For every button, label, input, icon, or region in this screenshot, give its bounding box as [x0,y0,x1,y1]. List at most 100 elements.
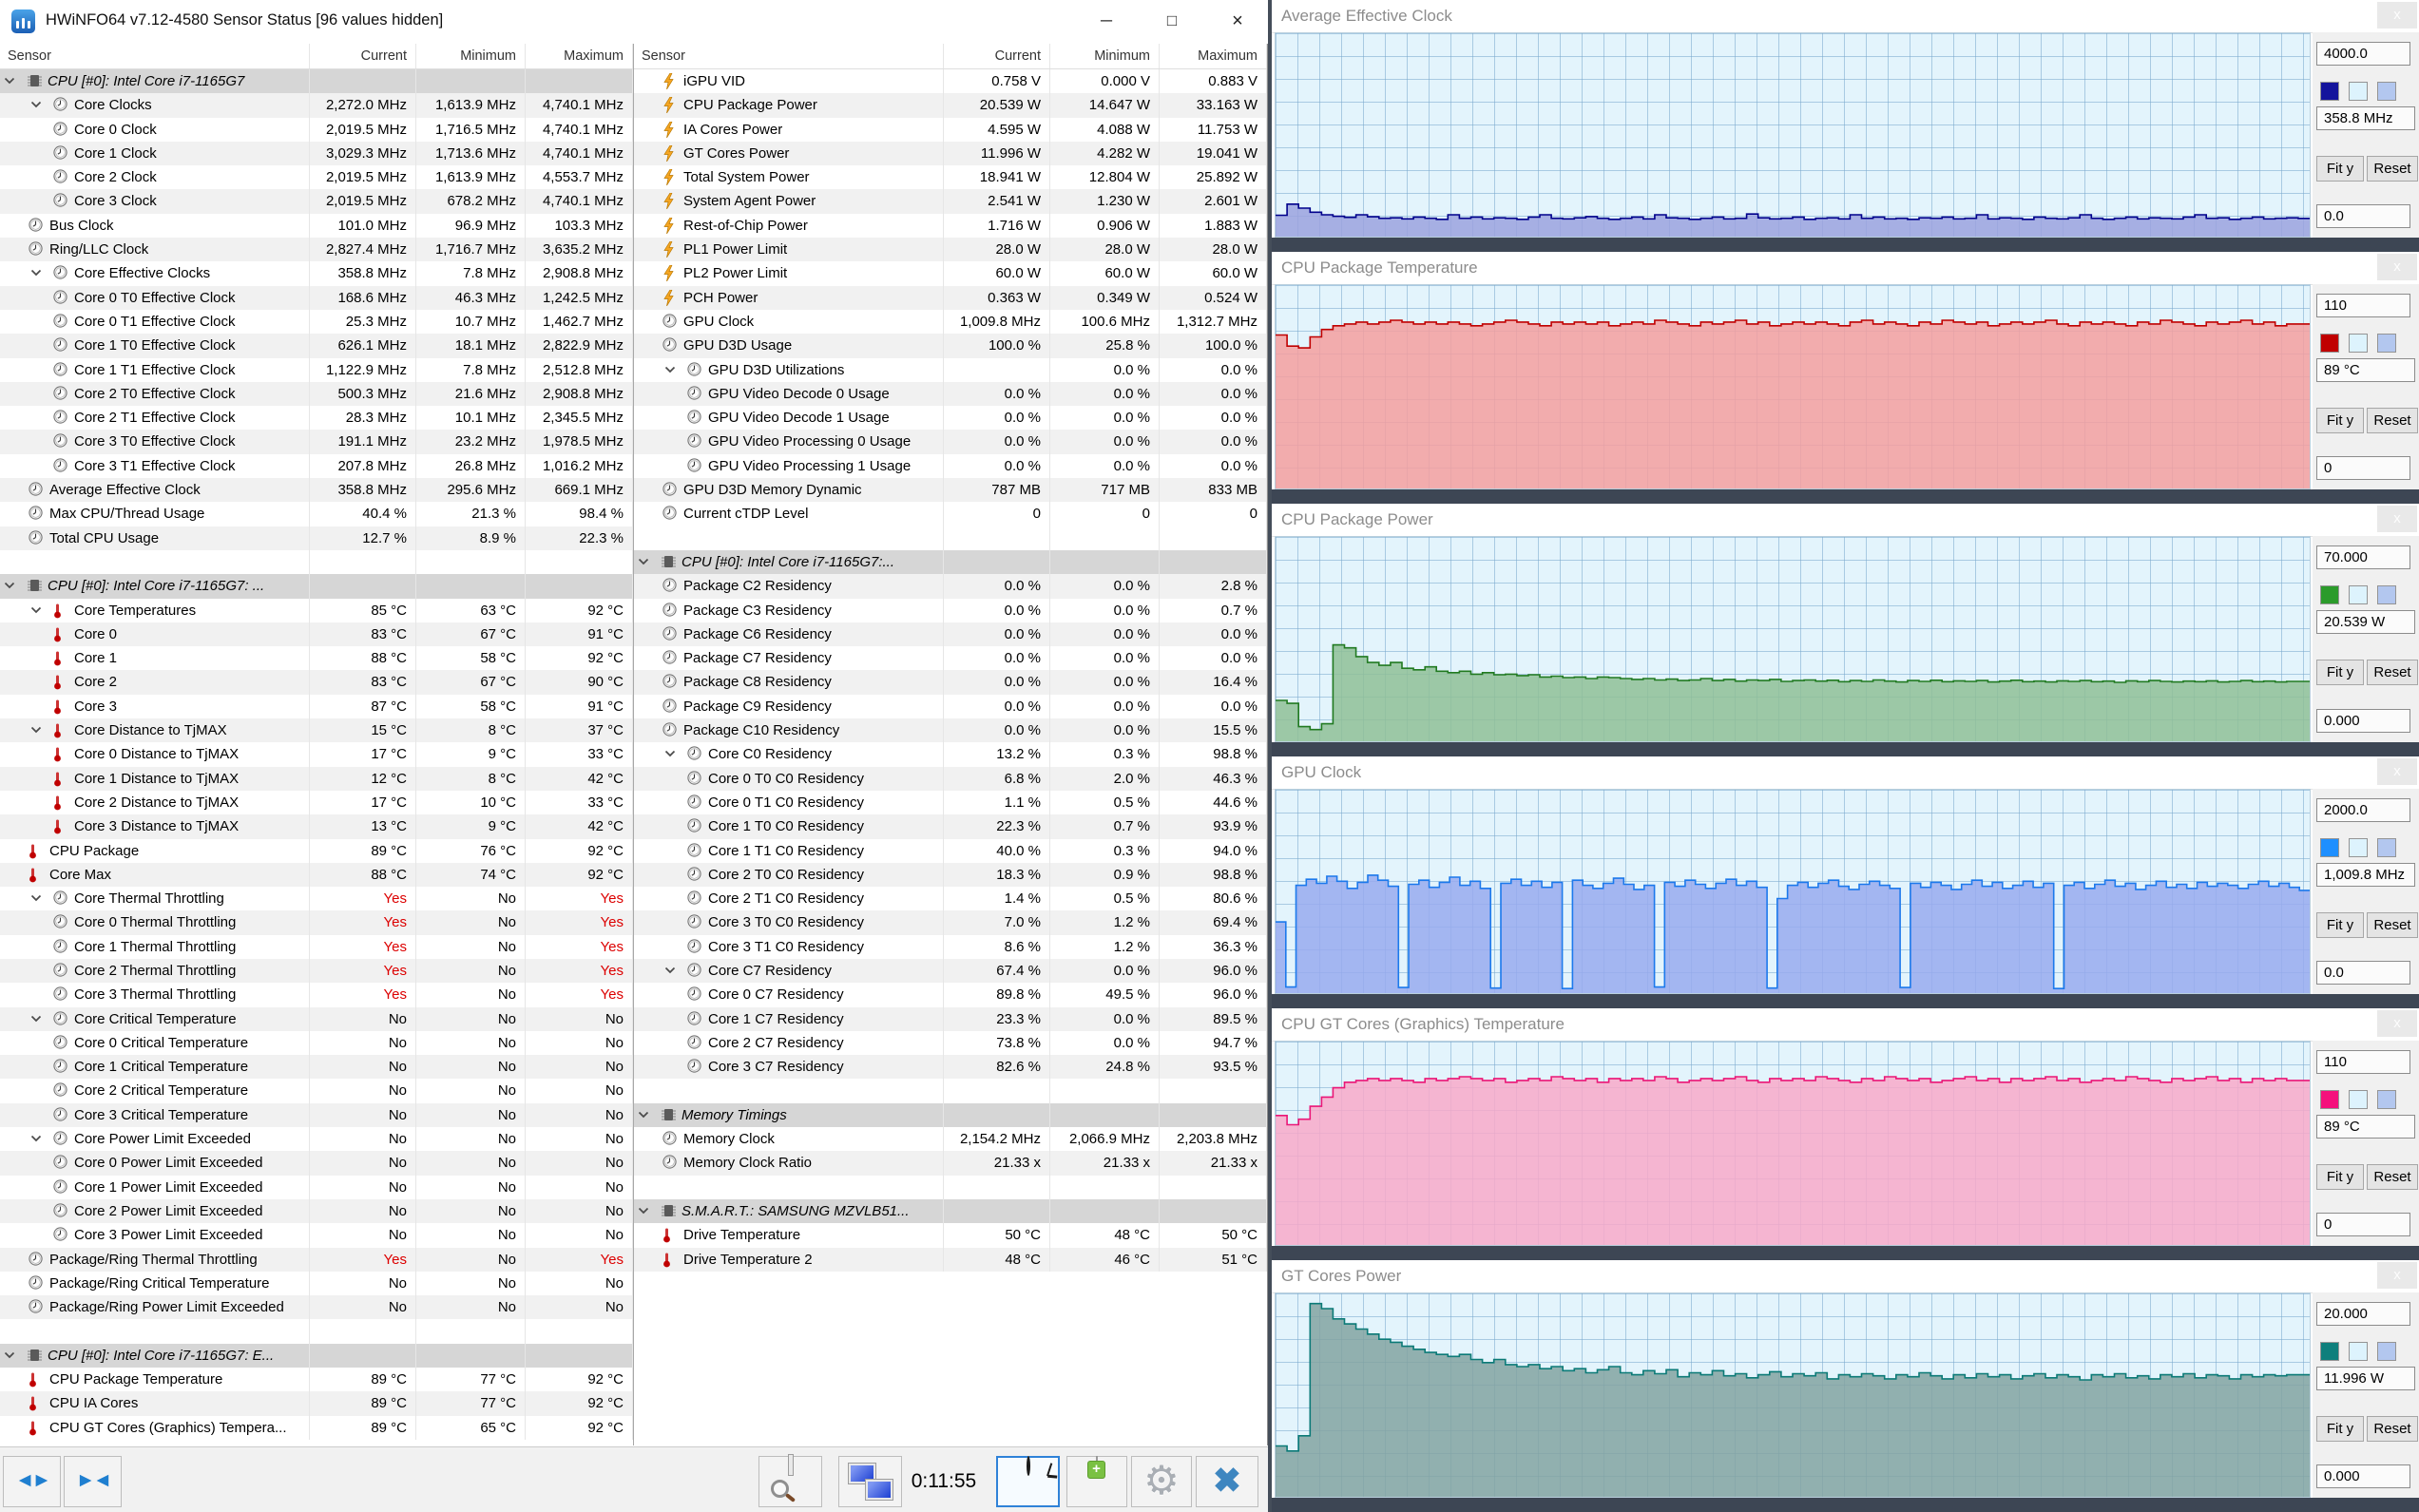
sensor-row[interactable]: IA Cores Power4.595 W4.088 W11.753 W [634,118,1267,142]
sensor-row[interactable]: Package/Ring Power Limit ExceededNoNoNo [0,1295,633,1319]
sensor-section-row[interactable]: CPU [#0]: Intel Core i7-1165G7: E... [0,1344,633,1368]
sensor-row[interactable]: Core 0 Clock2,019.5 MHz1,716.5 MHz4,740.… [0,118,633,142]
fit-y-button[interactable]: Fit y [2316,660,2364,685]
graph-background-color-swatch[interactable] [2349,1090,2368,1109]
sensor-row[interactable]: GPU Video Processing 1 Usage0.0 %0.0 %0.… [634,454,1267,478]
sensor-row[interactable]: CPU Package89 °C76 °C92 °C [0,839,633,863]
titlebar[interactable]: HWiNFO64 v7.12-4580 Sensor Status [96 va… [0,0,1268,43]
sensor-row[interactable]: Core 2 T1 Effective Clock28.3 MHz10.1 MH… [0,406,633,430]
sensor-row[interactable]: Core 2 T0 C0 Residency18.3 %0.9 %98.8 % [634,863,1267,887]
sensor-row[interactable]: GPU Clock1,009.8 MHz100.6 MHz1,312.7 MHz [634,310,1267,334]
sensor-row[interactable]: Core 188 °C58 °C92 °C [0,646,633,670]
sensor-row[interactable]: Core 3 Distance to TjMAX13 °C9 °C42 °C [0,814,633,838]
sensor-row[interactable]: Core 3 T1 Effective Clock207.8 MHz26.8 M… [0,454,633,478]
graph-ymax-value[interactable]: 110 [2316,1050,2410,1074]
sensor-row[interactable]: Core 2 T0 Effective Clock500.3 MHz21.6 M… [0,382,633,406]
graph-line-color-swatch[interactable] [2320,585,2339,604]
sensor-row[interactable]: Package/Ring Critical TemperatureNoNoNo [0,1272,633,1295]
sensor-row[interactable]: Core 2 Critical TemperatureNoNoNo [0,1079,633,1102]
sensor-row[interactable]: Core 3 T0 C0 Residency7.0 %1.2 %69.4 % [634,910,1267,934]
sensor-row[interactable]: Core Power Limit ExceededNoNoNo [0,1127,633,1151]
graph-close-button[interactable]: x [2377,506,2417,532]
sensor-row[interactable]: Core 2 Thermal ThrottlingYesNoYes [0,959,633,983]
close-window-button[interactable]: × [1218,6,1257,36]
graph-close-button[interactable]: x [2377,758,2417,785]
sensor-row[interactable]: Current cTDP Level000 [634,502,1267,526]
sensor-row[interactable]: CPU Package Power20.539 W14.647 W33.163 … [634,93,1267,117]
sensor-row[interactable]: Core 0 C7 Residency89.8 %49.5 %96.0 % [634,983,1267,1006]
sensor-row[interactable]: GPU Video Processing 0 Usage0.0 %0.0 %0.… [634,430,1267,453]
collapse-columns-button[interactable]: ►◄ [64,1456,122,1507]
sensor-row[interactable]: Core Clocks2,272.0 MHz1,613.9 MHz4,740.1… [0,93,633,117]
sensor-row[interactable]: Core 1 Distance to TjMAX12 °C8 °C42 °C [0,767,633,791]
sensor-row[interactable]: Core 0 Power Limit ExceededNoNoNo [0,1151,633,1175]
sensor-section-row[interactable]: CPU [#0]: Intel Core i7-1165G7 [0,69,633,93]
sensor-row[interactable]: Core C0 Residency13.2 %0.3 %98.8 % [634,742,1267,766]
column-header-current[interactable]: Current [944,44,1050,68]
sensor-row[interactable]: Ring/LLC Clock2,827.4 MHz1,716.7 MHz3,63… [0,238,633,261]
sensor-row[interactable]: Core Thermal ThrottlingYesNoYes [0,887,633,910]
sensor-row[interactable]: Core 2 C7 Residency73.8 %0.0 %94.7 % [634,1031,1267,1055]
sensor-row[interactable]: Core 0 Critical TemperatureNoNoNo [0,1031,633,1055]
sensor-row[interactable]: Core 1 C7 Residency23.3 %0.0 %89.5 % [634,1007,1267,1031]
graph-close-button[interactable]: x [2377,1262,2417,1289]
graph-close-button[interactable]: x [2377,254,2417,280]
sensor-row[interactable]: Package C8 Residency0.0 %0.0 %16.4 % [634,670,1267,694]
graph-line-color-swatch[interactable] [2320,334,2339,353]
sensor-row[interactable]: GPU Video Decode 1 Usage0.0 %0.0 %0.0 % [634,406,1267,430]
graph-ymin-value[interactable]: 0.000 [2316,709,2410,733]
clock-button[interactable] [996,1456,1060,1507]
fit-y-button[interactable]: Fit y [2316,156,2364,182]
sensor-row[interactable]: Core 2 Distance to TjMAX17 °C10 °C33 °C [0,791,633,814]
sensor-row[interactable]: Core 1 Critical TemperatureNoNoNo [0,1055,633,1079]
sensor-row[interactable]: Average Effective Clock358.8 MHz295.6 MH… [0,478,633,502]
graph-grid-color-swatch[interactable] [2377,585,2396,604]
sensor-row[interactable]: Core Distance to TjMAX15 °C8 °C37 °C [0,718,633,742]
sensor-section-row[interactable]: CPU [#0]: Intel Core i7-1165G7: ... [0,574,633,598]
sensor-row[interactable]: Core Effective Clocks358.8 MHz7.8 MHz2,9… [0,261,633,285]
reset-button[interactable]: Reset [2367,156,2418,182]
sensor-section-row[interactable]: Memory Timings [634,1103,1267,1127]
fit-y-button[interactable]: Fit y [2316,912,2364,938]
sensor-row[interactable]: Drive Temperature50 °C48 °C50 °C [634,1223,1267,1247]
sensor-row[interactable]: PL1 Power Limit28.0 W28.0 W28.0 W [634,238,1267,261]
graph-ymin-value[interactable]: 0.0 [2316,204,2410,228]
reset-button[interactable]: Reset [2367,1416,2418,1442]
graph-grid-color-swatch[interactable] [2377,838,2396,857]
sensor-row[interactable]: Total CPU Usage12.7 %8.9 %22.3 % [0,526,633,550]
sensor-row[interactable]: Core 3 T1 C0 Residency8.6 %1.2 %36.3 % [634,935,1267,959]
sensor-row[interactable]: Core 0 Distance to TjMAX17 °C9 °C33 °C [0,742,633,766]
remote-monitoring-button[interactable] [838,1456,902,1507]
graph-background-color-swatch[interactable] [2349,82,2368,101]
sensor-row[interactable]: Core 2 Clock2,019.5 MHz1,613.9 MHz4,553.… [0,165,633,189]
graph-titlebar[interactable]: CPU Package Powerx [1272,504,2419,537]
graph-close-button[interactable]: x [2377,1010,2417,1037]
sensor-row[interactable]: GPU D3D Utilizations0.0 %0.0 % [634,358,1267,382]
graph-ymax-value[interactable]: 70.000 [2316,545,2410,569]
minimize-button[interactable]: ─ [1086,6,1126,36]
graph-titlebar[interactable]: CPU GT Cores (Graphics) Temperaturex [1272,1008,2419,1042]
sensor-row[interactable]: Core 0 Thermal ThrottlingYesNoYes [0,910,633,934]
graph-line-color-swatch[interactable] [2320,838,2339,857]
sensor-section-row[interactable]: CPU [#0]: Intel Core i7-1165G7:... [634,550,1267,574]
sensor-row[interactable]: CPU Package Temperature89 °C77 °C92 °C [0,1368,633,1391]
close-sensors-button[interactable]: ✖ [1196,1456,1258,1507]
graph-titlebar[interactable]: Average Effective Clockx [1272,0,2419,33]
sensor-row[interactable]: Core 1 T1 C0 Residency40.0 %0.3 %94.0 % [634,839,1267,863]
sensor-row[interactable]: Core 0 T0 C0 Residency6.8 %2.0 %46.3 % [634,767,1267,791]
graph-line-color-swatch[interactable] [2320,1342,2339,1361]
fit-y-button[interactable]: Fit y [2316,1416,2364,1442]
column-header-minimum[interactable]: Minimum [416,44,526,68]
sensor-row[interactable]: Memory Clock2,154.2 MHz2,066.9 MHz2,203.… [634,1127,1267,1151]
sensor-row[interactable]: Core 2 Power Limit ExceededNoNoNo [0,1199,633,1223]
sensor-row[interactable]: iGPU VID0.758 V0.000 V0.883 V [634,69,1267,93]
sensor-row[interactable]: Core C7 Residency67.4 %0.0 %96.0 % [634,959,1267,983]
graph-titlebar[interactable]: GPU Clockx [1272,756,2419,790]
graph-line-color-swatch[interactable] [2320,82,2339,101]
graph-ymin-value[interactable]: 0 [2316,1213,2410,1236]
graph-grid-color-swatch[interactable] [2377,82,2396,101]
sensor-row[interactable]: Core 3 Thermal ThrottlingYesNoYes [0,983,633,1006]
sensor-row[interactable]: Bus Clock101.0 MHz96.9 MHz103.3 MHz [0,214,633,238]
graph-grid-color-swatch[interactable] [2377,1342,2396,1361]
sensor-row[interactable]: PL2 Power Limit60.0 W60.0 W60.0 W [634,261,1267,285]
